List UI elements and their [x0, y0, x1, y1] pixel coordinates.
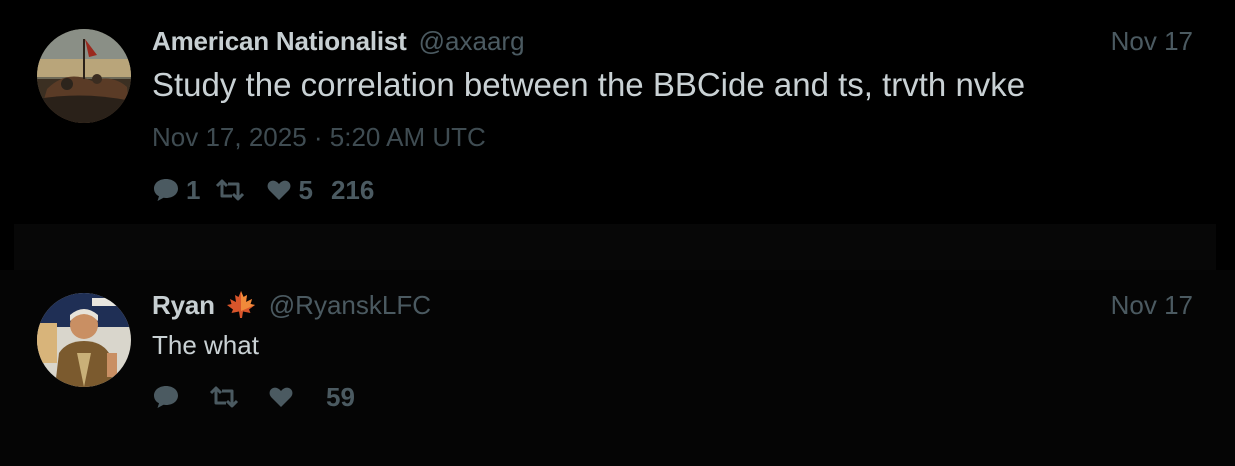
maple-leaf-icon	[226, 291, 255, 318]
avatar[interactable]	[37, 29, 131, 123]
tweet-text: Study the correlation between the BBCide…	[152, 66, 1026, 103]
view-count: 59	[326, 381, 355, 412]
avatar-poster-image	[37, 293, 131, 387]
tweet-header: Ryan @RyanskLFC Nov 17	[152, 288, 1193, 322]
avatar-painting-image	[37, 29, 131, 123]
timeline: American Nationalist @axaarg Nov 17 Stud…	[0, 0, 1235, 466]
like-button[interactable]: 5	[266, 174, 313, 206]
reply-icon	[154, 386, 178, 408]
view-count: 216	[330, 174, 375, 205]
retweet-button[interactable]	[214, 178, 252, 202]
heart-icon	[269, 387, 293, 407]
heart-icon	[268, 180, 291, 200]
reply-button[interactable]: 1	[152, 175, 200, 206]
reply-icon	[154, 179, 178, 201]
tweet-divider	[14, 224, 1216, 270]
tweet-text: The what	[152, 330, 259, 360]
author-name[interactable]: American Nationalist	[152, 26, 407, 57]
tweet[interactable]: Ryan @RyanskLFC Nov 17 The what 59	[0, 270, 1235, 466]
author-handle[interactable]: @axaarg	[419, 26, 525, 57]
tweet-timestamp[interactable]: Nov 17, 2025 · 5:20 AM UTC	[152, 122, 486, 153]
tweet-actions: 59	[152, 380, 355, 414]
author-handle[interactable]: @RyanskLFC	[269, 290, 431, 321]
retweet-icon	[209, 386, 239, 408]
reply-count: 1	[186, 174, 201, 205]
reply-button[interactable]	[152, 384, 186, 410]
author-name[interactable]: Ryan	[152, 290, 215, 321]
tweet-date[interactable]: Nov 17	[1111, 290, 1193, 321]
retweet-icon	[216, 179, 245, 201]
avatar[interactable]	[37, 293, 131, 387]
like-button[interactable]	[268, 385, 300, 409]
tweet-header: American Nationalist @axaarg Nov 17	[152, 24, 1193, 58]
tweet-date[interactable]: Nov 17	[1111, 26, 1193, 57]
like-count: 5	[298, 174, 313, 205]
tweet[interactable]: American Nationalist @axaarg Nov 17 Stud…	[0, 0, 1235, 224]
retweet-button[interactable]	[208, 385, 246, 409]
tweet-actions: 1 5 216	[152, 173, 374, 207]
